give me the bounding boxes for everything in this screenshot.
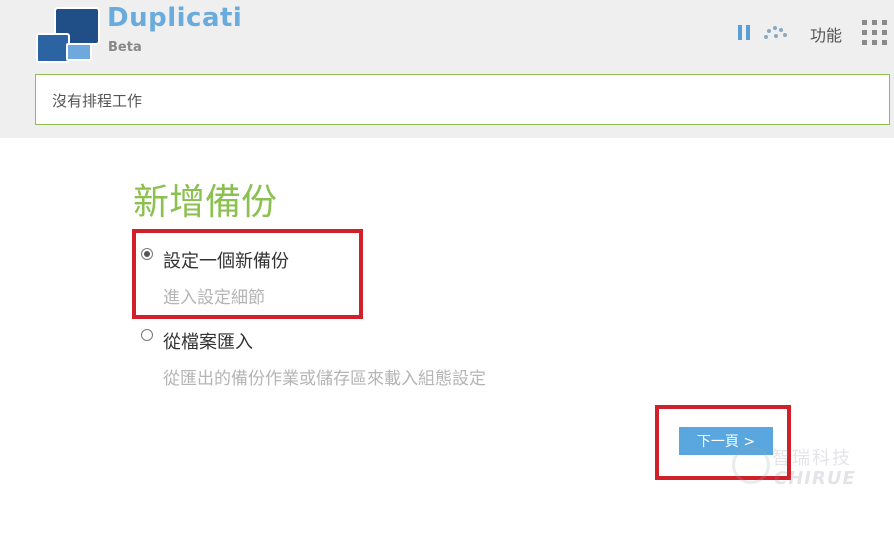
pause-icon[interactable] — [738, 25, 752, 41]
header: Duplicati Beta 功能 沒有排程工作 — [0, 0, 894, 138]
app-title: Duplicati — [107, 3, 243, 33]
page-title: 新增備份 — [133, 182, 278, 223]
status-box: 沒有排程工作 — [35, 74, 890, 125]
watermark-logo-icon — [732, 446, 770, 484]
option-import-label[interactable]: 從檔案匯入 — [163, 328, 253, 354]
menu-button[interactable]: 功能 — [810, 22, 842, 46]
highlight-box-option — [132, 229, 363, 319]
app-subtitle: Beta — [108, 40, 142, 55]
status-text: 沒有排程工作 — [52, 92, 143, 110]
watermark-en: CHIRUE — [774, 468, 856, 489]
throttle-icon[interactable] — [762, 24, 790, 40]
grid-menu-icon[interactable] — [862, 20, 890, 46]
watermark: 智瑞科技 CHIRUE — [732, 440, 856, 492]
watermark-cn: 智瑞科技 — [772, 448, 852, 469]
option-import-description: 從匯出的備份作業或儲存區來載入組態設定 — [163, 369, 486, 389]
logo-icon — [36, 7, 100, 63]
radio-import-file[interactable] — [141, 329, 153, 341]
